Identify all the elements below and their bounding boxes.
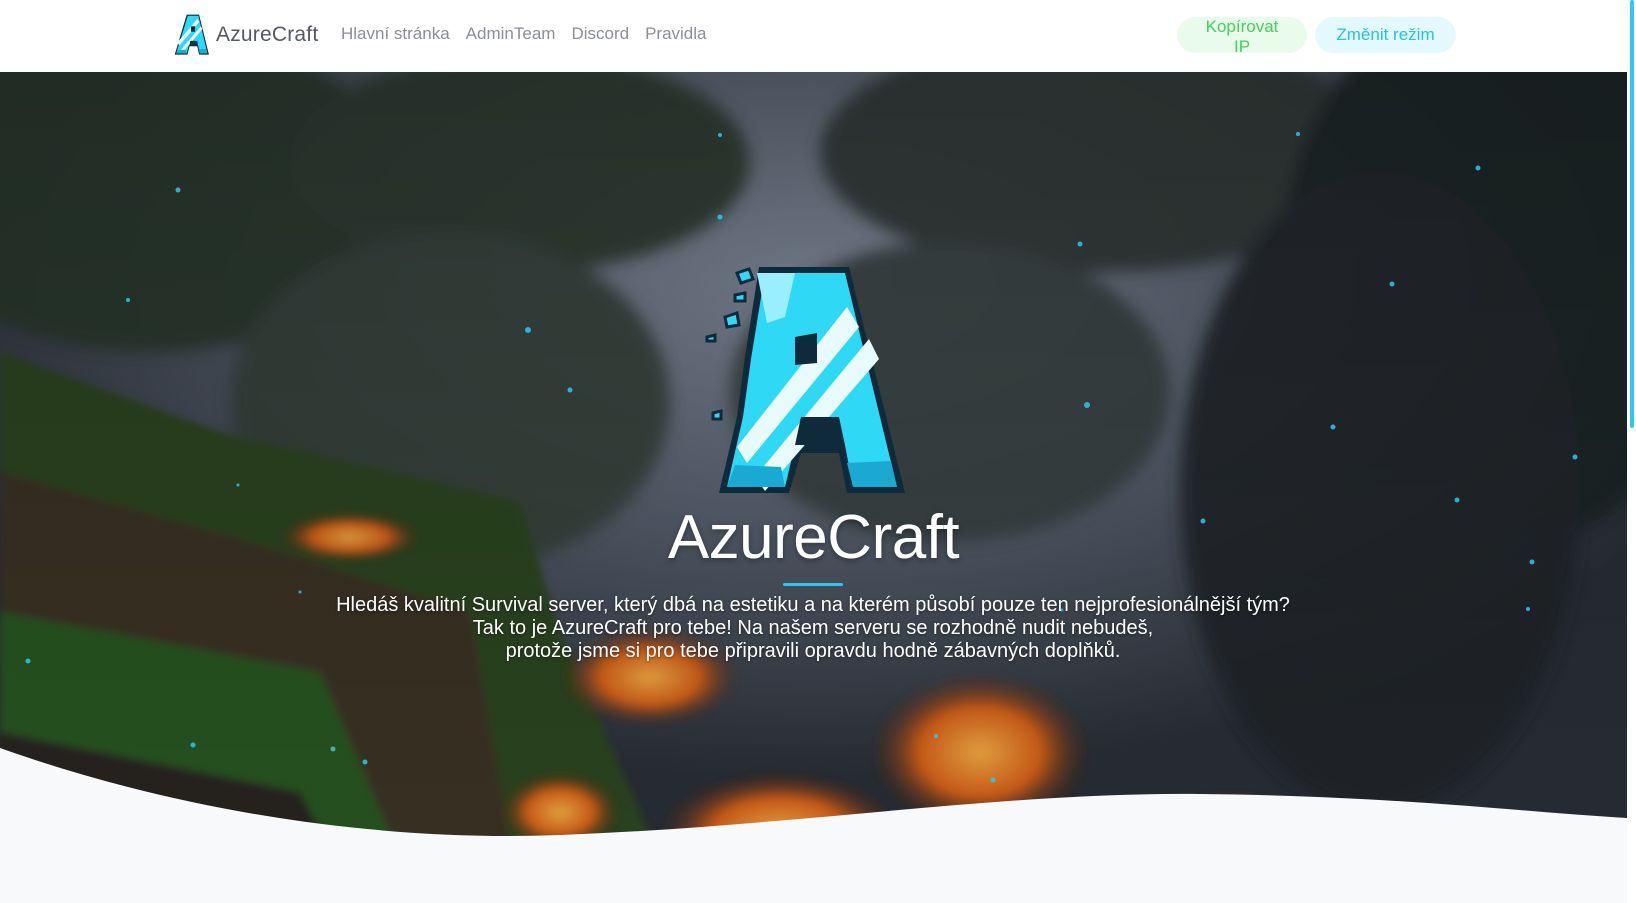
change-mode-button[interactable]: Změnit režim xyxy=(1315,17,1456,53)
brand-name: AzureCraft xyxy=(216,23,319,46)
hero-section: AzureCraft Hledáš kvalitní Survival serv… xyxy=(0,72,1627,903)
main-nav: Hlavní stránka AdminTeam Discord Pravidl… xyxy=(341,22,722,46)
nav-link-rules[interactable]: Pravidla xyxy=(645,22,706,46)
hero-description-line: Tak to je AzureCraft pro tebe! Na našem … xyxy=(472,617,1154,639)
hero-title-divider xyxy=(783,583,843,586)
azurecraft-hero-logo-icon xyxy=(705,267,905,493)
hero-description: Hledáš kvalitní Survival server, který d… xyxy=(263,594,1363,663)
nav-link-adminteam[interactable]: AdminTeam xyxy=(466,22,556,46)
top-navbar: AzureCraft Hlavní stránka AdminTeam Disc… xyxy=(0,0,1627,72)
copy-ip-button[interactable]: Kopírovat IP xyxy=(1177,17,1307,56)
azurecraft-logo-icon xyxy=(174,14,209,55)
page-scrollbar-thumb[interactable] xyxy=(1630,0,1634,428)
nav-link-discord[interactable]: Discord xyxy=(571,22,629,46)
brand-link[interactable]: AzureCraft xyxy=(170,12,318,58)
nav-link-home[interactable]: Hlavní stránka xyxy=(341,22,450,46)
hero-title: AzureCraft xyxy=(667,503,960,572)
hero-description-line: Hledáš kvalitní Survival server, který d… xyxy=(336,594,1290,616)
hero-description-line: protože jsme si pro tebe připravili opra… xyxy=(505,640,1121,662)
